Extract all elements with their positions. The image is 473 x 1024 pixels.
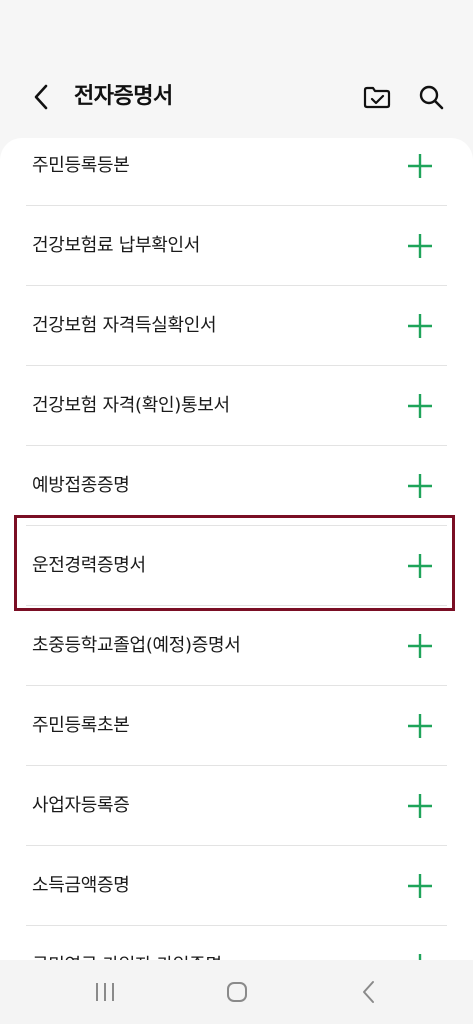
chevron-left-icon xyxy=(34,84,48,110)
plus-icon xyxy=(408,394,432,418)
list-item-label: 국민연금 가입자 가입증명 xyxy=(32,926,222,960)
list-item-label: 주민등록초본 xyxy=(32,715,130,736)
list-item[interactable]: 예방접종증명 xyxy=(0,446,473,526)
home-button[interactable] xyxy=(222,978,252,1006)
plus-icon xyxy=(408,634,432,658)
list-item-highlighted[interactable]: 운전경력증명서 xyxy=(0,526,473,606)
back-icon xyxy=(363,981,374,1003)
plus-icon xyxy=(408,314,432,338)
plus-icon xyxy=(408,474,432,498)
app-header: 전자증명서 xyxy=(0,70,473,126)
list-item-label: 운전경력증명서 xyxy=(32,555,146,576)
list-item-label: 예방접종증명 xyxy=(32,475,130,496)
list-item[interactable]: 사업자등록증 xyxy=(0,766,473,846)
list-item[interactable]: 건강보험료 납부확인서 xyxy=(0,206,473,286)
search-icon xyxy=(419,85,444,110)
list-item[interactable]: 건강보험 자격득실확인서 xyxy=(0,286,473,366)
page-title: 전자증명서 xyxy=(74,84,173,109)
add-button[interactable] xyxy=(404,230,436,262)
add-button[interactable] xyxy=(404,630,436,662)
add-button[interactable] xyxy=(404,950,436,960)
plus-icon xyxy=(408,794,432,818)
recents-icon xyxy=(96,983,114,1001)
add-button[interactable] xyxy=(404,390,436,422)
folder-check-icon xyxy=(363,86,391,109)
add-button[interactable] xyxy=(404,470,436,502)
list-item-label: 건강보험 자격(확인)통보서 xyxy=(32,395,230,416)
plus-icon xyxy=(408,154,432,178)
home-icon xyxy=(227,982,247,1002)
list-item[interactable]: 건강보험 자격(확인)통보서 xyxy=(0,366,473,446)
list-item[interactable]: 초중등학교졸업(예정)증명서 xyxy=(0,606,473,686)
list-item-label: 건강보험료 납부확인서 xyxy=(32,235,201,256)
search-button[interactable] xyxy=(416,82,446,112)
certificate-list: 주민등록등본 건강보험료 납부확인서 건강보험 자격득실확인서 건강보험 자격(… xyxy=(0,138,473,960)
add-button[interactable] xyxy=(404,870,436,902)
recents-button[interactable] xyxy=(90,978,120,1006)
plus-icon xyxy=(408,874,432,898)
list-item-label: 초중등학교졸업(예정)증명서 xyxy=(32,635,241,656)
list-item[interactable]: 소득금액증명 xyxy=(0,846,473,926)
status-bar xyxy=(0,0,473,50)
list-item-label: 주민등록등본 xyxy=(32,155,130,176)
nav-back-button[interactable] xyxy=(354,978,384,1006)
list-item-label: 건강보험 자격득실확인서 xyxy=(32,315,217,336)
back-button[interactable] xyxy=(26,82,56,112)
system-nav-bar xyxy=(0,960,473,1024)
list-item-label: 사업자등록증 xyxy=(32,795,130,816)
add-button[interactable] xyxy=(404,310,436,342)
add-button[interactable] xyxy=(404,710,436,742)
add-button[interactable] xyxy=(404,790,436,822)
list-item[interactable]: 주민등록등본 xyxy=(0,138,473,206)
list-item[interactable]: 주민등록초본 xyxy=(0,686,473,766)
list-item-label: 소득금액증명 xyxy=(32,875,130,896)
plus-icon xyxy=(418,954,422,960)
add-button[interactable] xyxy=(404,150,436,182)
folder-button[interactable] xyxy=(362,82,392,112)
plus-icon xyxy=(408,714,432,738)
plus-icon xyxy=(408,234,432,258)
plus-icon xyxy=(408,554,432,578)
list-item[interactable]: 국민연금 가입자 가입증명 xyxy=(0,926,473,960)
add-button[interactable] xyxy=(404,550,436,582)
